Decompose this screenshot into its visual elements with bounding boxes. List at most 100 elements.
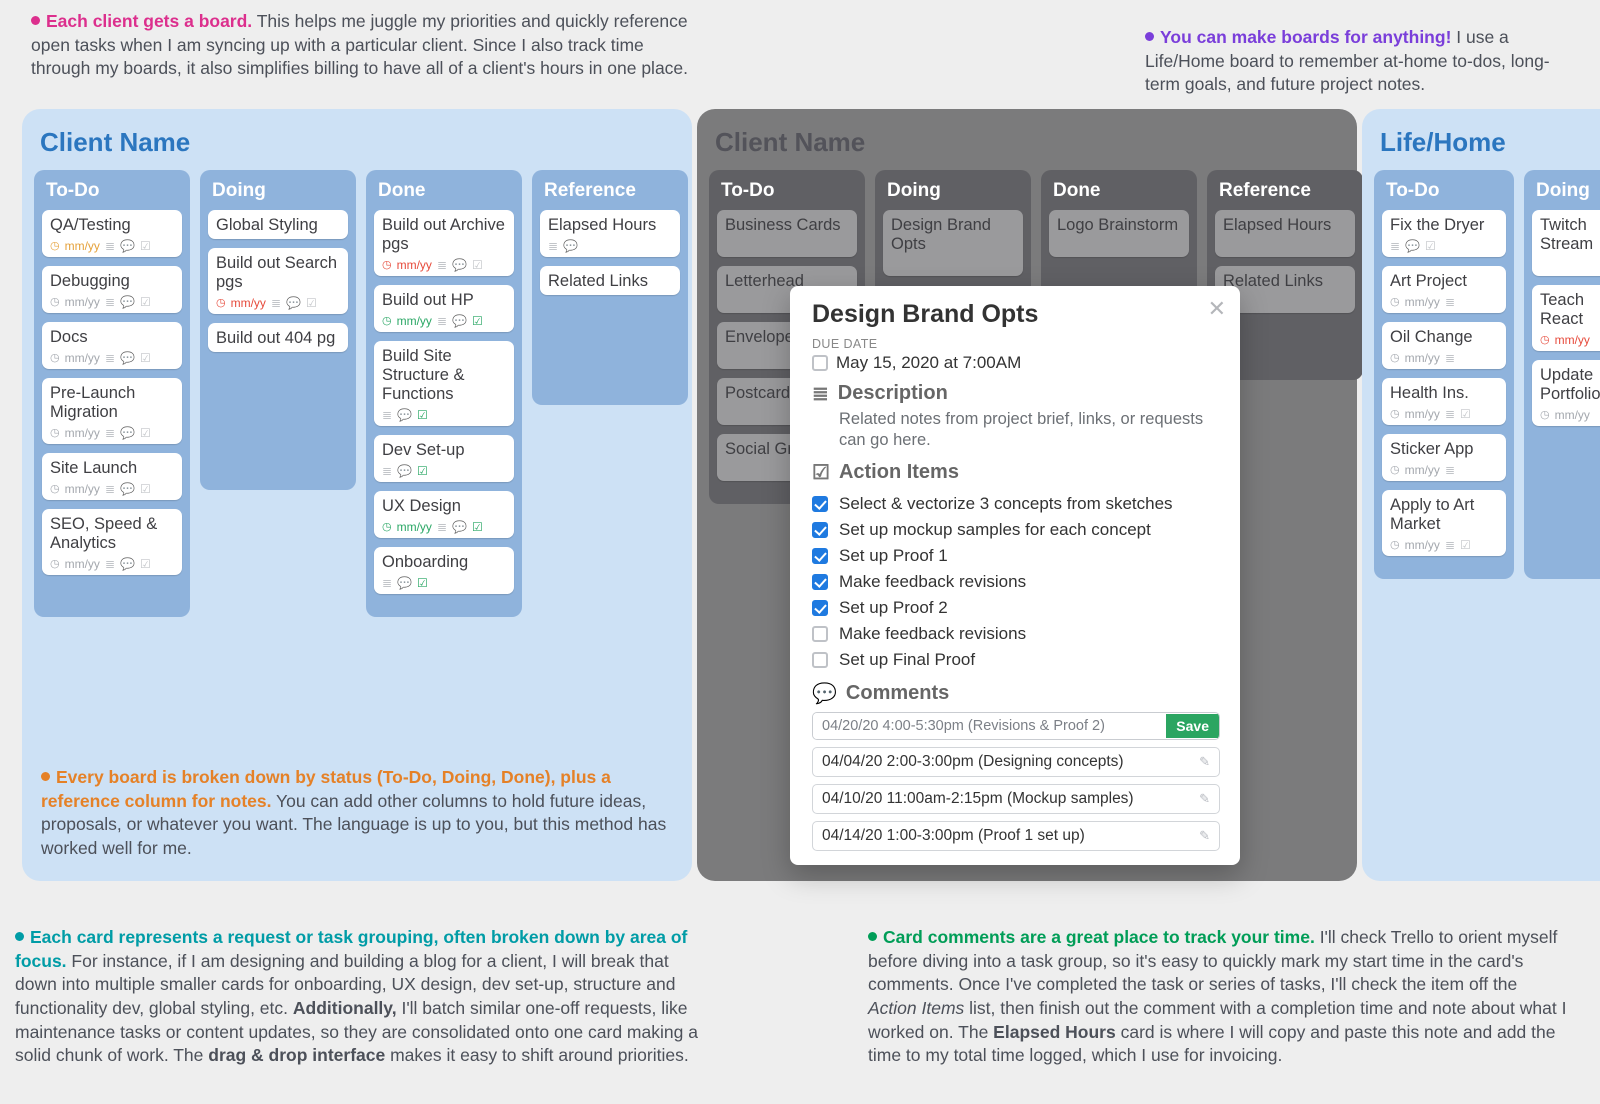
comment-input-row: Save: [812, 712, 1220, 740]
comment[interactable]: 04/14/20 1:00-3:00pm (Proof 1 set up)✎: [812, 821, 1220, 851]
card[interactable]: QA/Testing◷mm/yy≣💬☑: [42, 210, 182, 257]
action-item[interactable]: Make feedback revisions: [812, 569, 1220, 595]
desc-icon: ≣: [1445, 295, 1455, 309]
action-item-text: Set up Proof 2: [839, 598, 948, 618]
card[interactable]: Debugging◷mm/yy≣💬☑: [42, 266, 182, 313]
list-doing: Doing Global Styling Build out Search pg…: [200, 170, 356, 490]
action-item[interactable]: Set up Proof 2: [812, 595, 1220, 621]
checkbox-icon[interactable]: [812, 652, 828, 668]
card-meta: ◷mm/yy≣💬☑: [50, 351, 174, 365]
card[interactable]: Pre-Launch Migration◷mm/yy≣💬☑: [42, 378, 182, 444]
edit-icon[interactable]: ✎: [1199, 754, 1210, 770]
action-item-text: Set up mockup samples for each concept: [839, 520, 1151, 540]
card[interactable]: Health Ins.◷mm/yy≣☑: [1382, 378, 1506, 425]
card[interactable]: UX Design◷mm/yy≣💬☑: [374, 491, 514, 538]
checkbox-icon[interactable]: [812, 355, 828, 371]
desc-icon: ≣: [105, 239, 115, 253]
card[interactable]: Elapsed Hours: [1215, 210, 1355, 257]
card-label: SEO, Speed & Analytics: [50, 515, 174, 553]
save-button[interactable]: Save: [1166, 714, 1219, 738]
board-lists: To-Do QA/Testing◷mm/yy≣💬☑ Debugging◷mm/y…: [34, 170, 680, 617]
checklist-icon: ☑: [812, 460, 830, 485]
card-meta: [725, 239, 849, 253]
action-items-list: Select & vectorize 3 concepts from sketc…: [812, 491, 1220, 673]
comment-text: 04/04/20 2:00-3:00pm (Designing concepts…: [822, 753, 1124, 771]
card[interactable]: Build out Search pgs◷mm/yy≣💬☑: [208, 248, 348, 314]
card[interactable]: SEO, Speed & Analytics◷mm/yy≣💬☑: [42, 509, 182, 575]
desc-icon: ≣: [1445, 351, 1455, 365]
card-meta: ◷mm/yy≣💬☑: [382, 520, 506, 534]
card[interactable]: Update Portfolio◷mm/yy: [1532, 360, 1600, 426]
card-label: Design Brand Opts: [891, 216, 1015, 254]
card[interactable]: Fix the Dryer≣💬☑: [1382, 210, 1506, 257]
card[interactable]: Teach React◷mm/yy: [1532, 285, 1600, 351]
checkbox-icon[interactable]: [812, 574, 828, 590]
checkbox-icon[interactable]: [812, 600, 828, 616]
card-label: Business Cards: [725, 216, 849, 235]
card-meta: ◷mm/yy≣☑: [1390, 538, 1498, 552]
comment-input[interactable]: [813, 713, 1166, 739]
card[interactable]: Build out 404 pg: [208, 323, 348, 352]
card[interactable]: Dev Set-up≣💬☑: [374, 435, 514, 482]
card[interactable]: Docs ◷mm/yy≣💬☑: [42, 322, 182, 369]
checkbox-icon[interactable]: [812, 626, 828, 642]
edit-icon[interactable]: ✎: [1199, 828, 1210, 844]
card[interactable]: Twitch Stream: [1532, 210, 1600, 276]
due-date-row[interactable]: May 15, 2020 at 7:00AM: [812, 353, 1220, 373]
annotation-green: Card comments are a great place to track…: [868, 926, 1568, 1068]
card[interactable]: Apply to Art Market◷mm/yy≣☑: [1382, 490, 1506, 556]
card[interactable]: Business Cards: [717, 210, 857, 257]
action-item[interactable]: Set up Final Proof: [812, 647, 1220, 673]
action-item[interactable]: Set up Proof 1: [812, 543, 1220, 569]
card-meta: ◷mm/yy≣☑: [1390, 407, 1498, 421]
comment-icon: 💬: [120, 239, 135, 253]
checkbox-icon[interactable]: [812, 548, 828, 564]
check-icon: ☑: [417, 408, 428, 422]
desc-icon: ≣: [548, 239, 558, 253]
action-item[interactable]: Make feedback revisions: [812, 621, 1220, 647]
check-icon: ☑: [140, 295, 151, 309]
bullet-icon: [1145, 32, 1154, 41]
action-item-text: Make feedback revisions: [839, 572, 1026, 592]
check-icon: ☑: [417, 464, 428, 478]
card-meta: ≣💬☑: [382, 408, 506, 422]
card-label: Docs: [50, 328, 174, 347]
action-item[interactable]: Set up mockup samples for each concept: [812, 517, 1220, 543]
card[interactable]: Onboarding≣💬☑: [374, 547, 514, 594]
comment-icon: 💬: [397, 464, 412, 478]
card[interactable]: Build out HP◷mm/yy≣💬☑: [374, 285, 514, 332]
card[interactable]: Build out Archive pgs◷mm/yy≣💬☑: [374, 210, 514, 276]
desc-icon: ≣: [1445, 538, 1455, 552]
card-label: Dev Set-up: [382, 441, 506, 460]
clock-icon: ◷: [50, 482, 60, 495]
annotation-orange: Every board is broken down by status (To…: [41, 766, 671, 861]
card[interactable]: Site Launch◷mm/yy≣💬☑: [42, 453, 182, 500]
card[interactable]: Elapsed Hours≣💬: [540, 210, 680, 257]
card[interactable]: Design Brand Opts: [883, 210, 1023, 276]
card-label: Health Ins.: [1390, 384, 1498, 403]
desc-icon: ≣: [1390, 239, 1400, 253]
check-icon: ☑: [472, 258, 483, 272]
clock-icon: ◷: [382, 258, 392, 271]
meta-date: mm/yy: [1405, 407, 1440, 421]
comment[interactable]: 04/10/20 11:00am-2:15pm (Mockup samples)…: [812, 784, 1220, 814]
card-meta: [1223, 239, 1347, 253]
desc-icon: ≣: [1445, 407, 1455, 421]
card[interactable]: Build Site Structure & Functions≣💬☑: [374, 341, 514, 426]
clock-icon: ◷: [50, 351, 60, 364]
checkbox-icon[interactable]: [812, 496, 828, 512]
desc-icon: ≣: [382, 408, 392, 422]
card[interactable]: Oil Change◷mm/yy≣: [1382, 322, 1506, 369]
action-item[interactable]: Select & vectorize 3 concepts from sketc…: [812, 491, 1220, 517]
card[interactable]: Art Project◷mm/yy≣: [1382, 266, 1506, 313]
checkbox-icon[interactable]: [812, 522, 828, 538]
card[interactable]: Related Links: [540, 266, 680, 295]
card[interactable]: Global Styling: [208, 210, 348, 239]
clock-icon: ◷: [50, 426, 60, 439]
close-icon[interactable]: ✕: [1208, 296, 1226, 322]
comment[interactable]: 04/04/20 2:00-3:00pm (Designing concepts…: [812, 747, 1220, 777]
edit-icon[interactable]: ✎: [1199, 791, 1210, 807]
card[interactable]: Sticker App◷mm/yy≣: [1382, 434, 1506, 481]
card[interactable]: Logo Brainstorm: [1049, 210, 1189, 257]
card-label: Oil Change: [1390, 328, 1498, 347]
